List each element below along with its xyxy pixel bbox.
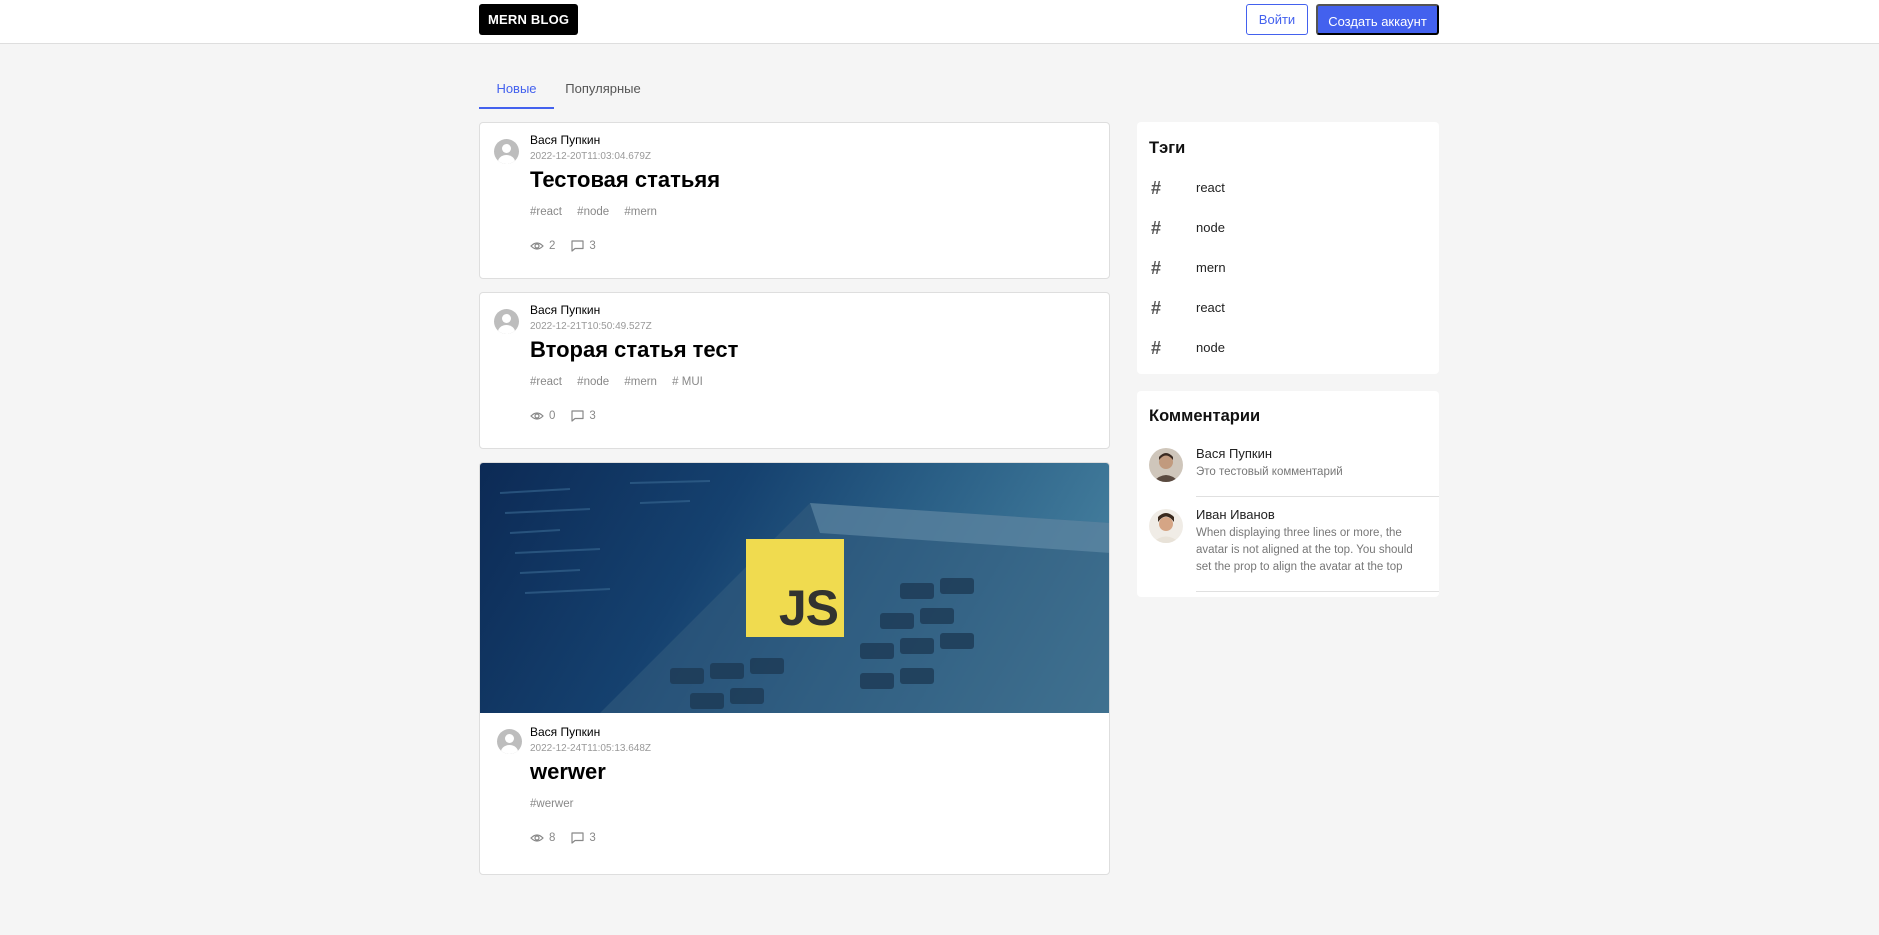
comment-icon [571,832,585,844]
tab-popular[interactable]: Популярные [556,72,650,109]
hash-icon: # [1151,338,1162,358]
tag-item[interactable]: # node [1137,327,1439,367]
post-tag[interactable]: #werwer [530,798,573,810]
post-title[interactable]: Вторая статья тест [530,337,738,363]
comment-divider [1196,591,1439,592]
comments-count: 3 [571,240,596,252]
views-count: 8 [530,832,555,844]
author-avatar [494,139,519,164]
post-card[interactable]: Вася Пупкин 2022-12-20T11:03:04.679Z Тес… [479,122,1110,279]
javascript-logo: JS [746,539,844,637]
comment-text: Это тестовый комментарий [1196,466,1343,478]
comments-count: 3 [571,832,596,844]
hash-icon: # [1151,178,1162,198]
comments-block-title: Комментарии [1149,407,1261,425]
top-navbar: MERN BLOG Войти Создать аккаунт [0,0,1879,44]
eye-icon [530,412,544,420]
commenter-name: Иван Иванов [1196,507,1275,522]
comments-count: 3 [571,410,596,422]
post-tag[interactable]: #react [530,376,562,388]
tag-item[interactable]: # mern [1137,247,1439,287]
eye-icon [530,242,544,250]
hash-icon: # [1151,218,1162,238]
author-avatar [494,309,519,334]
comment-text: When displaying three lines or more, the… [1196,527,1413,573]
tag-item[interactable]: # node [1137,207,1439,247]
post-tag[interactable]: #node [577,206,609,218]
post-tag[interactable]: #mern [624,206,657,218]
post-tag[interactable]: #node [577,376,609,388]
eye-icon [530,834,544,842]
comment-icon [571,240,585,252]
comment-icon [571,410,585,422]
post-author[interactable]: Вася Пупкин [530,133,600,147]
post-card[interactable]: JS Вася Пупкин 2022-12-24T11:05:13.648Z … [479,462,1110,875]
post-cover-image[interactable]: JS [480,463,1109,713]
post-date: 2022-12-24T11:05:13.648Z [530,743,652,754]
post-title[interactable]: werwer [530,759,606,785]
commenter-name: Вася Пупкин [1196,446,1273,461]
comment-divider [1196,496,1439,497]
post-stats: 2 3 [530,240,612,252]
post-tags: #react #node #mern [530,206,669,218]
post-tag[interactable]: #react [530,206,562,218]
comments-block: Комментарии Вася Пупкин Это тестовый ком… [1137,391,1439,597]
post-stats: 8 3 [530,832,612,844]
hash-icon: # [1151,298,1162,318]
signup-button[interactable]: Создать аккаунт [1316,4,1439,35]
views-count: 0 [530,410,555,422]
post-tags: #react #node #mern # MUI [530,376,715,388]
views-count: 2 [530,240,555,252]
post-title[interactable]: Тестовая статьяя [530,167,720,193]
tag-item[interactable]: # react [1137,167,1439,207]
post-author[interactable]: Вася Пупкин [530,303,600,317]
tags-block-title: Тэги [1149,139,1186,157]
post-date: 2022-12-21T10:50:49.527Z [530,321,652,332]
post-card[interactable]: Вася Пупкин 2022-12-21T10:50:49.527Z Вто… [479,292,1110,449]
post-date: 2022-12-20T11:03:04.679Z [530,151,652,162]
tab-new[interactable]: Новые [479,72,554,109]
post-tag[interactable]: # MUI [672,376,703,388]
post-author[interactable]: Вася Пупкин [530,725,600,739]
post-tag[interactable]: #mern [624,376,657,388]
hash-icon: # [1151,258,1162,278]
post-tags: #werwer [530,798,585,810]
commenter-avatar [1149,448,1183,482]
logo-link[interactable]: MERN BLOG [479,4,579,35]
author-avatar [497,729,522,754]
tag-item[interactable]: # react [1137,287,1439,327]
tags-block: Тэги # react # node # mern # react # nod… [1137,122,1439,374]
post-stats: 0 3 [530,410,612,422]
login-button[interactable]: Войти [1246,4,1308,35]
commenter-avatar [1149,509,1183,543]
